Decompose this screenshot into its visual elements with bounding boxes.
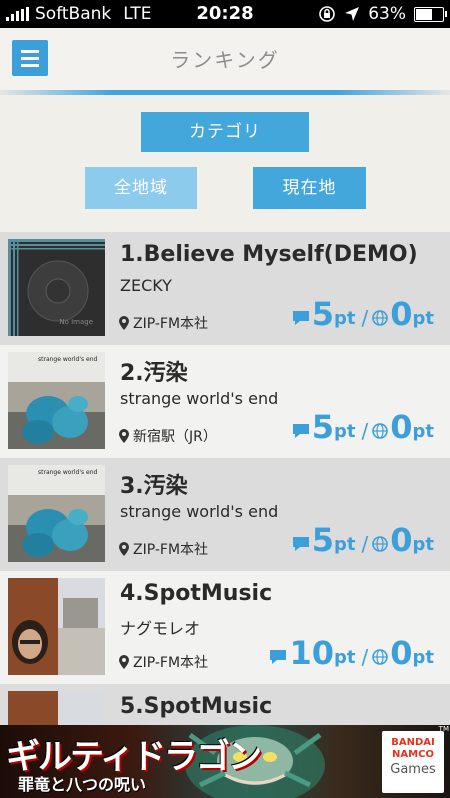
global-points: 0: [390, 634, 413, 672]
score-stats: 5 pt / 0 pt: [292, 524, 436, 556]
song-title: 2.汚染: [120, 361, 188, 386]
location-pin-icon: [119, 429, 129, 443]
points-unit: pt: [412, 308, 435, 329]
category-button[interactable]: カテゴリ: [141, 112, 309, 152]
comment-points: 10: [289, 634, 334, 672]
album-art: No Image: [8, 239, 105, 336]
score-stats: 5 pt / 0 pt: [292, 298, 436, 330]
current-location-button[interactable]: 現在地: [253, 167, 366, 209]
points-unit: pt: [412, 421, 435, 442]
song-title: 3.汚染: [120, 474, 188, 499]
album-art: [8, 578, 105, 675]
points-unit: pt: [333, 421, 356, 442]
score-stats: 5 pt / 0 pt: [292, 411, 436, 443]
location-name: ZIP-FM本社: [133, 542, 209, 558]
app-header: ランキング: [0, 28, 450, 90]
banner-subtitle: 罪竜と八つの呪い: [18, 775, 147, 794]
ranking-row[interactable]: 4.SpotMusic ナグモレオ ZIP-FM本社 10 pt / 0 pt: [0, 571, 450, 684]
comment-bubble-icon: [292, 311, 309, 325]
album-text: strange world's end: [38, 356, 98, 363]
location-arrow-icon: [345, 7, 360, 21]
artist-name: strange world's end: [120, 502, 279, 521]
comment-points: 5: [311, 521, 334, 559]
album-art: strange world's end: [8, 352, 105, 449]
points-unit: pt: [412, 647, 435, 668]
global-points: 0: [390, 295, 413, 333]
spot-location: ZIP-FM本社: [119, 539, 208, 559]
separator: /: [361, 645, 369, 669]
header-divider: [0, 90, 450, 95]
points-unit: pt: [333, 534, 356, 555]
globe-icon: [372, 536, 389, 552]
ranking-list: No Image 1.Believe Myself(DEMO) ZECKY ZI…: [0, 232, 450, 797]
points-unit: pt: [412, 534, 435, 555]
ranking-row[interactable]: strange world's end 3.汚染 strange world's…: [0, 458, 450, 571]
rotation-lock-icon: [319, 6, 336, 22]
artist-name: ZECKY: [120, 276, 172, 295]
song-title: 1.Believe Myself(DEMO): [120, 242, 418, 267]
comment-bubble-icon: [270, 650, 287, 664]
separator: /: [361, 306, 369, 330]
album-art: strange world's end: [8, 465, 105, 562]
battery-percent: 63%: [368, 4, 406, 24]
points-unit: pt: [333, 308, 356, 329]
page-title: ランキング: [170, 48, 280, 72]
status-bar: SoftBank LTE 20:28 63%: [0, 0, 450, 28]
no-image-label: No Image: [59, 318, 93, 326]
comment-bubble-icon: [292, 537, 309, 551]
score-stats: 10 pt / 0 pt: [269, 637, 436, 669]
ranking-row[interactable]: strange world's end 2.汚染 strange world's…: [0, 345, 450, 458]
spot-location: ZIP-FM本社: [119, 313, 208, 333]
global-points: 0: [390, 408, 413, 446]
separator: /: [361, 419, 369, 443]
separator: /: [361, 532, 369, 556]
global-points: 0: [390, 521, 413, 559]
comment-bubble-icon: [292, 424, 309, 438]
location-name: ZIP-FM本社: [133, 316, 209, 332]
artist-name: strange world's end: [120, 389, 279, 408]
comment-points: 5: [311, 295, 334, 333]
spot-location: ZIP-FM本社: [119, 652, 208, 672]
points-unit: pt: [333, 647, 356, 668]
album-text: strange world's end: [38, 469, 98, 476]
globe-icon: [372, 649, 389, 665]
location-pin-icon: [119, 316, 129, 330]
trademark: TM: [438, 725, 449, 733]
ad-banner[interactable]: ギルティドラゴン 罪竜と八つの呪い BANDAI NAMCO Games TM: [0, 725, 450, 798]
bandai-namco-logo: BANDAI NAMCO Games: [382, 731, 444, 793]
location-name: ZIP-FM本社: [133, 655, 209, 671]
location-pin-icon: [119, 542, 129, 556]
song-title: 5.SpotMusic: [120, 694, 273, 719]
ranking-row[interactable]: No Image 1.Believe Myself(DEMO) ZECKY ZI…: [0, 232, 450, 345]
spot-location: 新宿駅（JR）: [119, 426, 217, 446]
song-title: 4.SpotMusic: [120, 581, 273, 606]
globe-icon: [372, 310, 389, 326]
artist-name: ナグモレオ: [120, 619, 201, 638]
all-regions-button[interactable]: 全地域: [85, 167, 197, 209]
location-pin-icon: [119, 655, 129, 669]
comment-points: 5: [311, 408, 334, 446]
location-name: 新宿駅（JR）: [133, 429, 217, 445]
globe-icon: [372, 423, 389, 439]
battery-icon: [414, 6, 447, 22]
